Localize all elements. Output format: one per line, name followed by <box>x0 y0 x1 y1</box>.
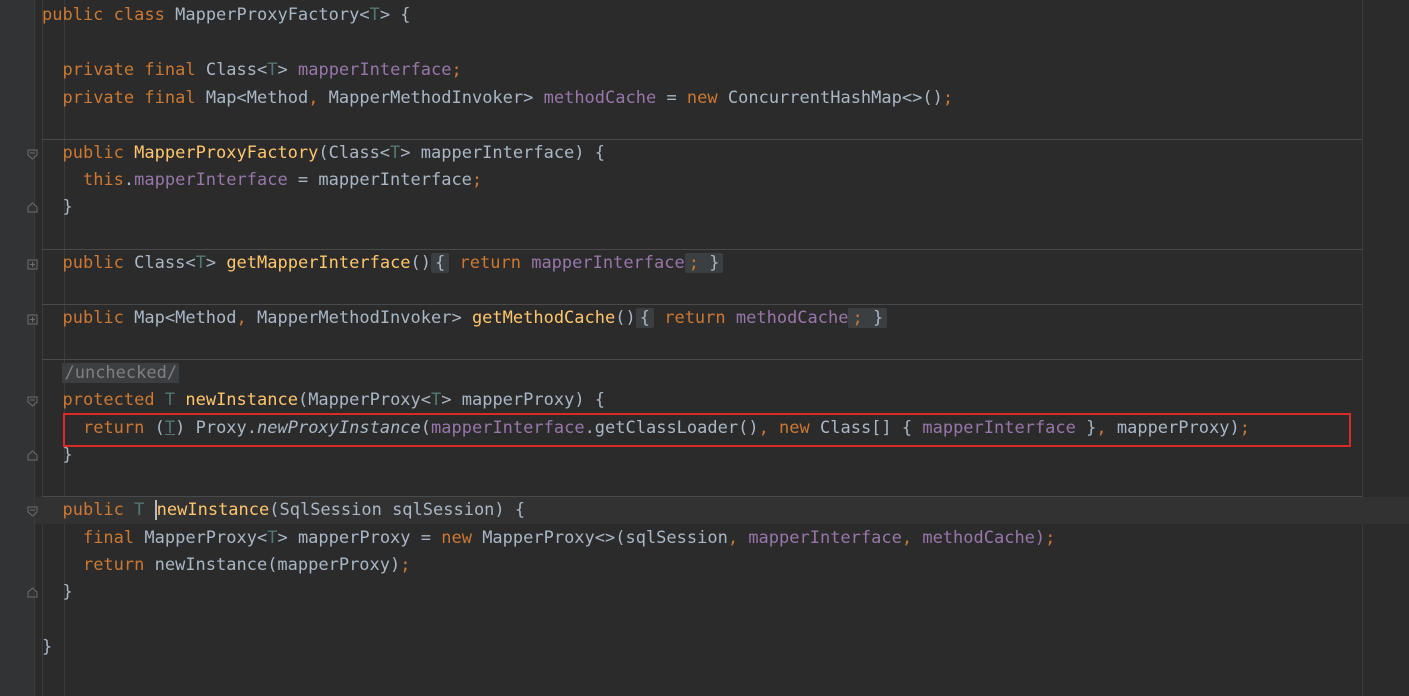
code-line[interactable]: public Map<Method, MapperMethodInvoker> … <box>42 305 888 332</box>
code-line[interactable]: this.mapperInterface = mapperInterface; <box>42 167 482 194</box>
fold-end-icon[interactable] <box>27 587 38 598</box>
folded-block[interactable]: ; } <box>684 253 724 273</box>
fold-collapse-icon[interactable] <box>27 396 38 407</box>
code-editor[interactable]: public class MapperProxyFactory<T> { pri… <box>0 0 1409 696</box>
code-line[interactable]: private final Class<T> mapperInterface; <box>42 57 461 84</box>
fold-end-icon[interactable] <box>27 202 38 213</box>
code-line[interactable]: public Class<T> getMapperInterface(){ re… <box>42 250 724 277</box>
code-line[interactable]: } <box>42 194 72 221</box>
code-line[interactable]: public T newInstance(SqlSession sqlSessi… <box>42 497 525 524</box>
code-line[interactable]: final MapperProxy<T> mapperProxy = new M… <box>42 525 1055 552</box>
code-line[interactable]: public class MapperProxyFactory<T> { <box>42 2 411 29</box>
code-line[interactable]: protected T newInstance(MapperProxy<T> m… <box>42 387 605 414</box>
code-line[interactable]: public MapperProxyFactory(Class<T> mappe… <box>42 140 605 167</box>
folded-block[interactable]: { <box>431 253 450 273</box>
code-line[interactable]: /unchecked/ <box>42 360 180 387</box>
fold-collapse-icon[interactable] <box>27 149 38 160</box>
highlight-box <box>63 413 1351 447</box>
folded-block[interactable]: ; } <box>848 308 888 328</box>
code-line[interactable]: } <box>42 579 72 606</box>
code-line[interactable]: } <box>42 634 52 661</box>
fold-collapse-icon[interactable] <box>27 506 38 517</box>
fold-expand-icon[interactable] <box>27 314 38 325</box>
fold-expand-icon[interactable] <box>27 259 38 270</box>
folded-annotation[interactable]: /unchecked/ <box>62 363 180 383</box>
folded-block[interactable]: { <box>635 308 654 328</box>
code-line[interactable]: private final Map<Method, MapperMethodIn… <box>42 85 953 112</box>
method-separator <box>42 359 1362 360</box>
code-line[interactable]: return newInstance(mapperProxy); <box>42 552 411 579</box>
fold-end-icon[interactable] <box>27 450 38 461</box>
right-margin-guide <box>1362 0 1363 696</box>
